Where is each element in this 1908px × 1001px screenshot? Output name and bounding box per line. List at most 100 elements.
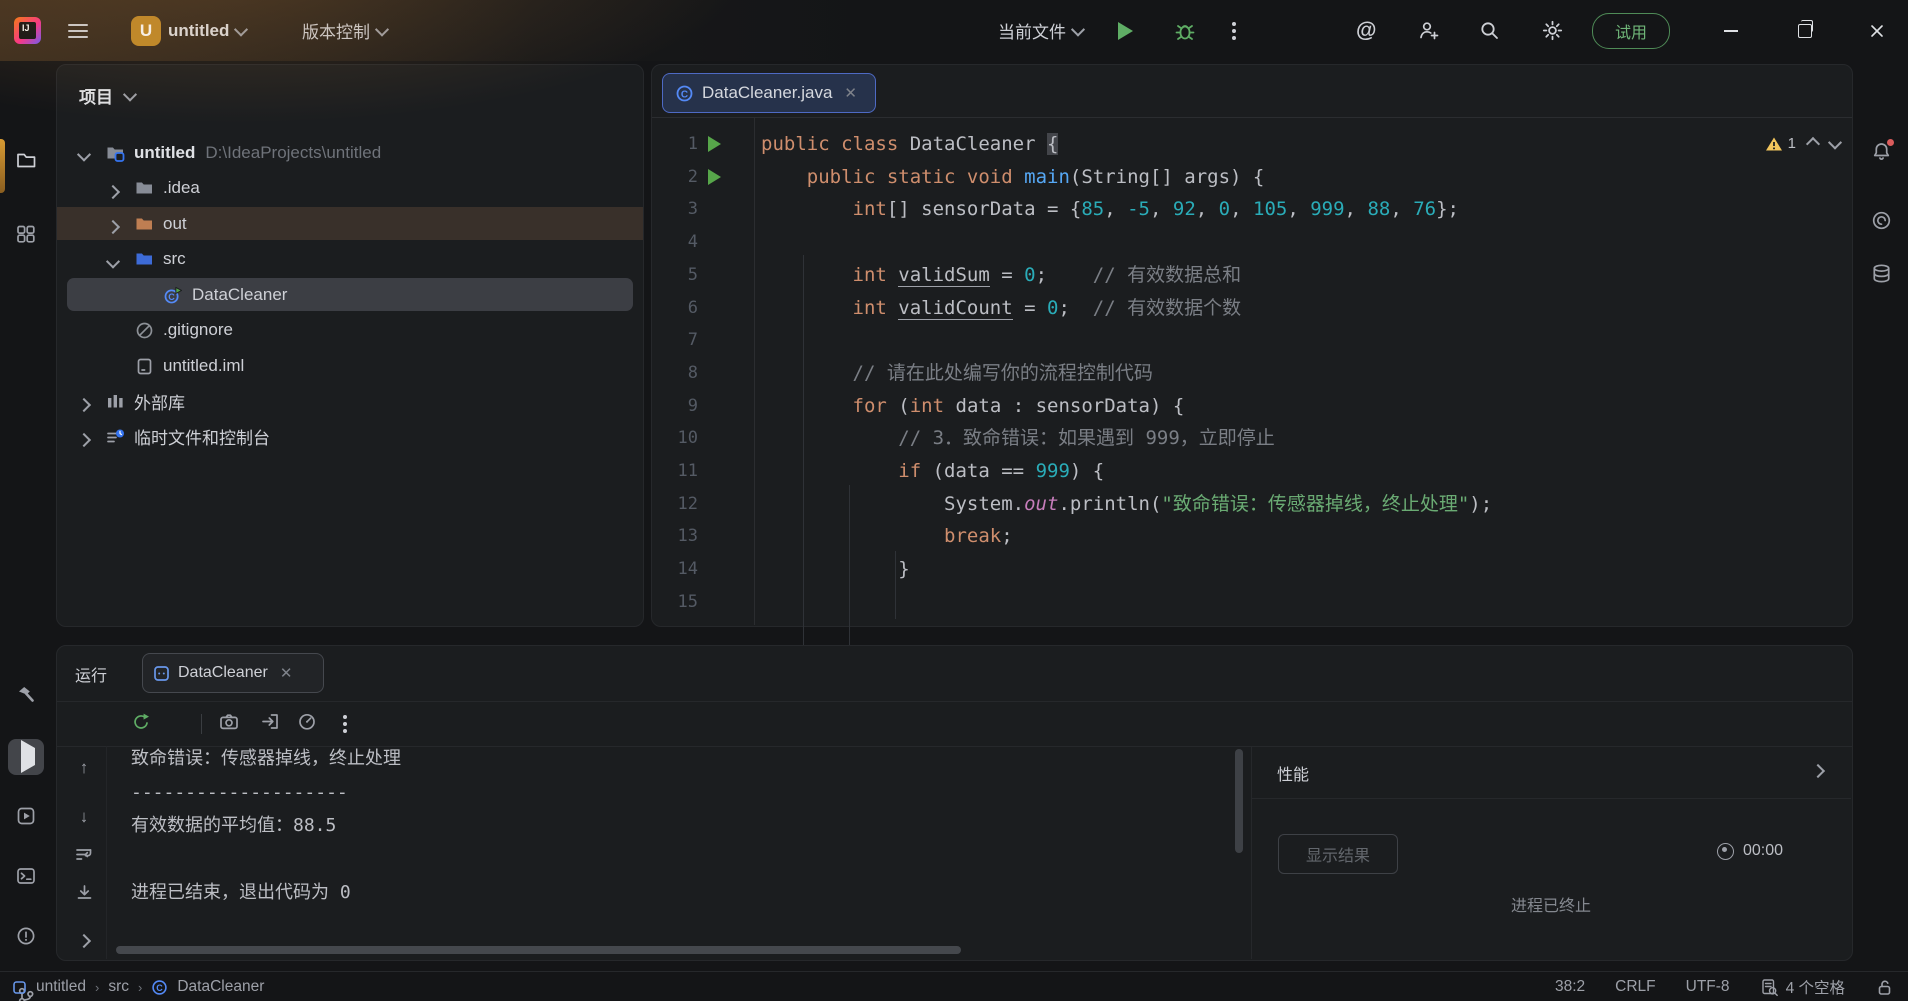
code-text: if (data == 999) { [761, 455, 1104, 488]
attach-icon [260, 712, 280, 736]
main-menu-button[interactable] [68, 0, 88, 61]
code-with-me-button[interactable] [1418, 0, 1441, 61]
tree-expand-chevron[interactable] [108, 184, 118, 202]
vertical-scrollbar[interactable] [1235, 749, 1243, 853]
tree-expand-chevron[interactable] [79, 397, 89, 415]
timer-icon [1717, 843, 1734, 860]
run-toolbar-rerun-button[interactable] [129, 712, 153, 736]
caret-position[interactable]: 38:2 [1555, 978, 1585, 996]
code-line-7: 7 [652, 324, 1852, 357]
line-number: 12 [652, 488, 698, 521]
code-line-11: 11 if (data == 999) { [652, 455, 1852, 488]
run-config-selector[interactable]: 当前文件 [998, 0, 1083, 61]
debug-button[interactable] [1173, 0, 1197, 61]
tree-item-untitled[interactable]: untitledD:\IdeaProjects\untitled [57, 135, 643, 170]
restore-button[interactable] [1792, 0, 1818, 61]
line-separator[interactable]: CRLF [1615, 978, 1655, 996]
tree-collapse-chevron[interactable] [79, 148, 89, 166]
tree-item-out[interactable]: out [57, 206, 643, 241]
more-actions-button[interactable] [1232, 0, 1236, 61]
console-scroll-to-end-button[interactable] [72, 883, 96, 907]
console-soft-wrap-button[interactable] [72, 845, 96, 869]
chevron-right-icon[interactable] [1811, 764, 1825, 778]
run-toolbar-attach-button[interactable] [258, 712, 282, 736]
console-collapse-button[interactable] [72, 930, 96, 954]
close-tab-icon[interactable]: ✕ [844, 84, 857, 102]
line-number: 13 [652, 520, 698, 553]
project-widget[interactable]: U untitled [131, 0, 246, 61]
class-run-icon: C [163, 285, 183, 305]
run-panel: 运行 DataCleaner ✕ ↑↓ 致命错误：传感器掉线，终止处理-----… [56, 645, 1853, 961]
tree-item-外部库[interactable]: 外部库 [57, 384, 643, 419]
close-tab-icon[interactable]: ✕ [280, 664, 293, 682]
code-text: public static void main(String[] args) { [761, 161, 1264, 194]
tree-item-临时文件和控制台[interactable]: 临时文件和控制台 [57, 419, 643, 454]
breadcrumb-item[interactable]: untitled [36, 978, 86, 996]
console-down-arrow-button[interactable]: ↓ [72, 805, 96, 829]
vcs-widget[interactable]: 版本控制 [302, 0, 387, 61]
indent-widget[interactable]: 4 个空格 [1760, 976, 1845, 998]
close-button[interactable] [1864, 0, 1890, 61]
run-line-icon[interactable] [708, 136, 721, 152]
tool-button-services[interactable] [8, 800, 44, 836]
ide-window: IJ U untitled 版本控制 当前文件 @ 试用 [0, 0, 1908, 1001]
lock-widget[interactable] [1875, 978, 1894, 997]
right-tool-strip [1853, 61, 1908, 971]
run-config-label: 当前文件 [998, 18, 1066, 43]
project-badge: U [131, 16, 161, 46]
project-panel-title: 项目 [79, 83, 113, 108]
minimize-button[interactable] [1718, 0, 1744, 61]
show-result-button[interactable]: 显示结果 [1278, 834, 1398, 874]
tree-item-untitled-iml[interactable]: untitled.iml [57, 348, 643, 383]
run-toolbar-more-button[interactable] [333, 712, 357, 736]
console-line: 进程已结束，退出代码为 0 [131, 876, 351, 909]
settings-button[interactable] [1541, 0, 1564, 61]
tree-item-datacleaner[interactable]: CDataCleaner [57, 277, 643, 312]
run-toolbar-camera-button[interactable] [217, 712, 241, 736]
tool-button-notifications-bell[interactable] [1863, 133, 1899, 169]
console-gutter-divider [106, 746, 107, 959]
tool-button-run[interactable] [8, 739, 44, 775]
ai-assistant-button[interactable]: @ [1356, 0, 1376, 61]
tree-item-src[interactable]: src [57, 242, 643, 277]
tool-button-structure[interactable] [8, 218, 44, 254]
tool-button-build[interactable] [8, 678, 44, 714]
collapse-icon [79, 933, 89, 951]
tree-label: src [163, 249, 186, 269]
process-status-text: 进程已终止 [1251, 892, 1851, 916]
tree-collapse-chevron[interactable] [108, 255, 118, 273]
search-everywhere-button[interactable] [1478, 0, 1501, 61]
run-button[interactable] [1118, 0, 1133, 61]
tool-button-ai-assistant[interactable] [1863, 202, 1899, 238]
file-encoding[interactable]: UTF-8 [1686, 978, 1730, 996]
breadcrumb-item[interactable]: src [108, 978, 129, 996]
breadcrumb-item[interactable]: DataCleaner [177, 978, 264, 996]
trial-button[interactable]: 试用 [1592, 0, 1670, 61]
console-up-arrow-button[interactable]: ↑ [72, 756, 96, 780]
editor-tab-datacleaner[interactable]: C DataCleaner.java ✕ [662, 73, 876, 113]
left-tool-strip [0, 61, 53, 971]
tree-expand-chevron[interactable] [79, 432, 89, 450]
project-panel-header[interactable]: 项目 [79, 83, 135, 108]
code-line-14: 14 } [652, 553, 1852, 586]
tree-item-gitignore[interactable]: .gitignore [57, 313, 643, 348]
run-toolbar-stop-button[interactable] [172, 712, 196, 736]
performance-header[interactable]: 性能 [1251, 746, 1851, 799]
tool-button-problems[interactable] [8, 920, 44, 956]
horizontal-scrollbar[interactable] [116, 946, 961, 954]
tool-button-database[interactable] [1863, 255, 1899, 291]
tool-button-terminal[interactable] [8, 860, 44, 896]
tree-item-idea[interactable]: .idea [57, 171, 643, 206]
chevron-down-icon [123, 87, 137, 101]
services-icon [16, 806, 36, 831]
run-line-icon[interactable] [708, 169, 721, 185]
run-tab-datacleaner[interactable]: DataCleaner ✕ [142, 653, 324, 693]
code-line-1: 1public class DataCleaner { [652, 128, 1852, 161]
app-logo-icon: IJ [14, 0, 41, 61]
tool-button-project-folder[interactable] [8, 145, 44, 181]
run-toolbar-gauge-button[interactable] [295, 712, 319, 736]
tool-button-more[interactable] [8, 280, 44, 316]
unlock-icon [1875, 978, 1894, 997]
tree-expand-chevron[interactable] [108, 219, 118, 237]
project-panel: 项目 untitledD:\IdeaProjects\untitled.idea… [56, 64, 644, 627]
